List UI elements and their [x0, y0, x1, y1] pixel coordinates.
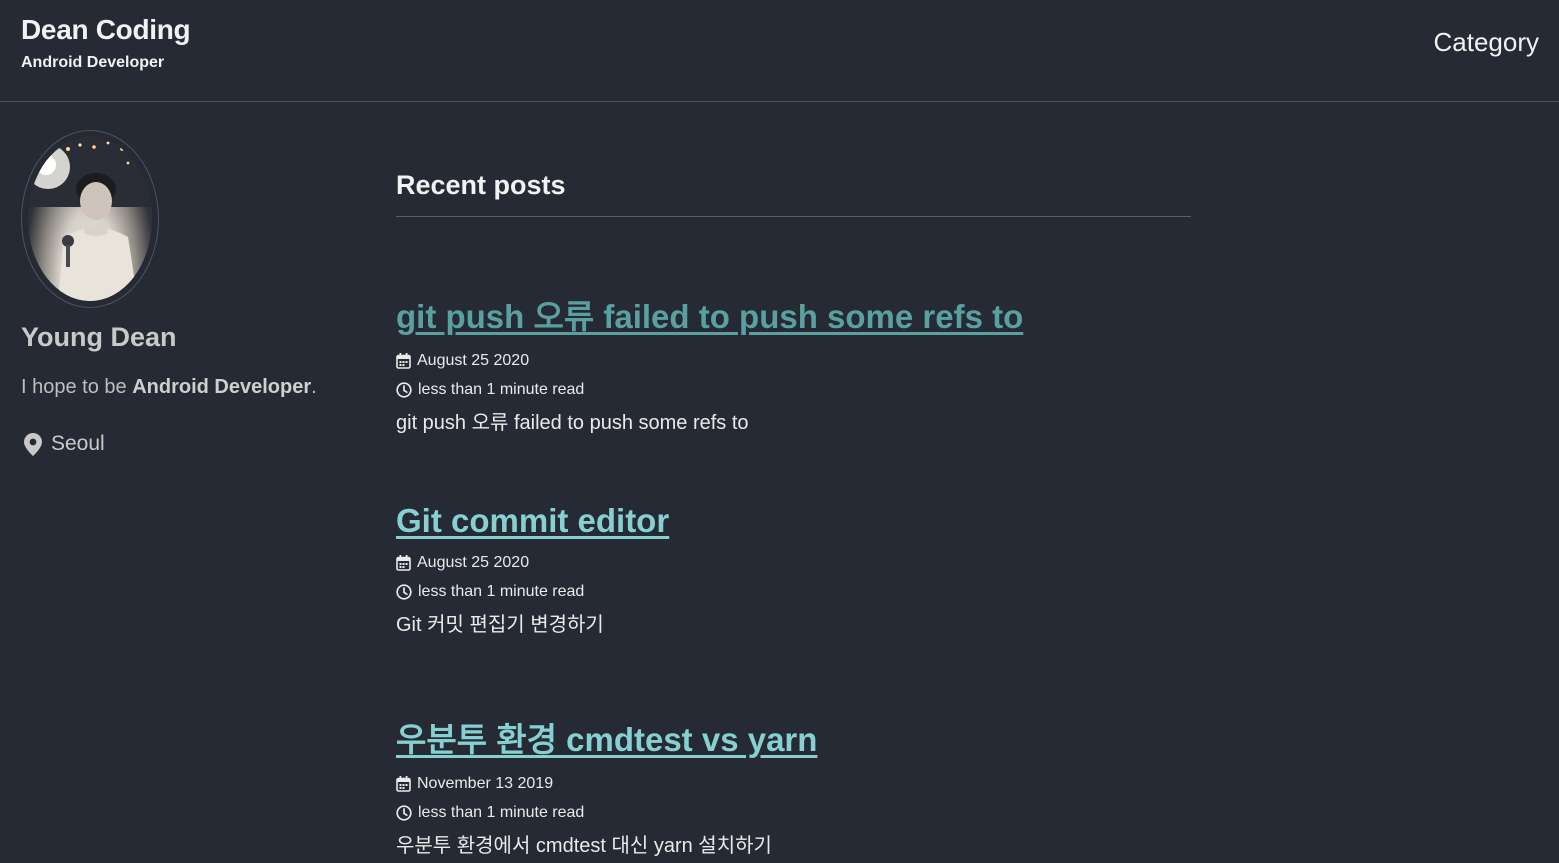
- author-bio-suffix: .: [311, 376, 317, 398]
- calendar-icon: [396, 775, 411, 792]
- post-read-time-text: less than 1 minute read: [418, 803, 585, 821]
- author-bio-prefix: I hope to be: [21, 376, 133, 398]
- post-excerpt: 우분투 환경에서 cmdtest 대신 yarn 설치하기: [396, 835, 772, 857]
- masthead: Dean Coding Android Developer Category: [0, 0, 1559, 102]
- post-date: November 13 2019: [396, 769, 1196, 798]
- post-read-time: less than 1 minute read: [396, 375, 1196, 404]
- author-bio-strong: Android Developer: [132, 376, 312, 398]
- post-title-link[interactable]: git push 오류 failed to push some refs to: [396, 290, 1196, 338]
- site-title[interactable]: Dean Coding: [21, 14, 191, 46]
- post-item: Git commit editor August 25 2020 less th…: [396, 502, 1196, 637]
- post-item: git push 오류 failed to push some refs to …: [396, 290, 1196, 435]
- recent-posts-title: Recent posts: [396, 170, 566, 200]
- post-date-text: August 25 2020: [417, 553, 530, 571]
- post-date-text: November 13 2019: [417, 774, 554, 792]
- calendar-icon: [396, 352, 411, 369]
- author-name: Young Dean: [21, 322, 177, 352]
- clock-icon: [396, 381, 412, 398]
- clock-icon: [396, 804, 412, 821]
- nav-category-link[interactable]: Category: [1434, 27, 1540, 58]
- avatar: [21, 130, 159, 308]
- clock-icon: [396, 583, 412, 600]
- post-read-time: less than 1 minute read: [396, 577, 1196, 606]
- post-read-time: less than 1 minute read: [396, 798, 1196, 827]
- post-read-time-text: less than 1 minute read: [418, 582, 585, 600]
- map-marker-icon: [24, 432, 42, 456]
- post-date: August 25 2020: [396, 548, 1196, 577]
- recent-posts-divider: [396, 216, 1191, 217]
- post-date-text: August 25 2020: [417, 351, 530, 369]
- post-excerpt: Git 커밋 편집기 변경하기: [396, 614, 604, 636]
- post-excerpt: git push 오류 failed to push some refs to: [396, 412, 749, 434]
- post-title-link[interactable]: 우분투 환경 cmdtest vs yarn: [396, 713, 1196, 761]
- avatar-image: [28, 137, 152, 301]
- author-bio: I hope to be Android Developer.: [21, 376, 317, 399]
- calendar-icon: [396, 554, 411, 571]
- post-date: August 25 2020: [396, 346, 1196, 375]
- site-subtitle: Android Developer: [21, 54, 165, 71]
- author-location-label: Seoul: [51, 432, 105, 455]
- post-title-link[interactable]: Git commit editor: [396, 502, 1196, 540]
- post-read-time-text: less than 1 minute read: [418, 380, 585, 398]
- author-location: Seoul: [24, 432, 105, 456]
- post-item: 우분투 환경 cmdtest vs yarn November 13 2019: [396, 713, 1196, 858]
